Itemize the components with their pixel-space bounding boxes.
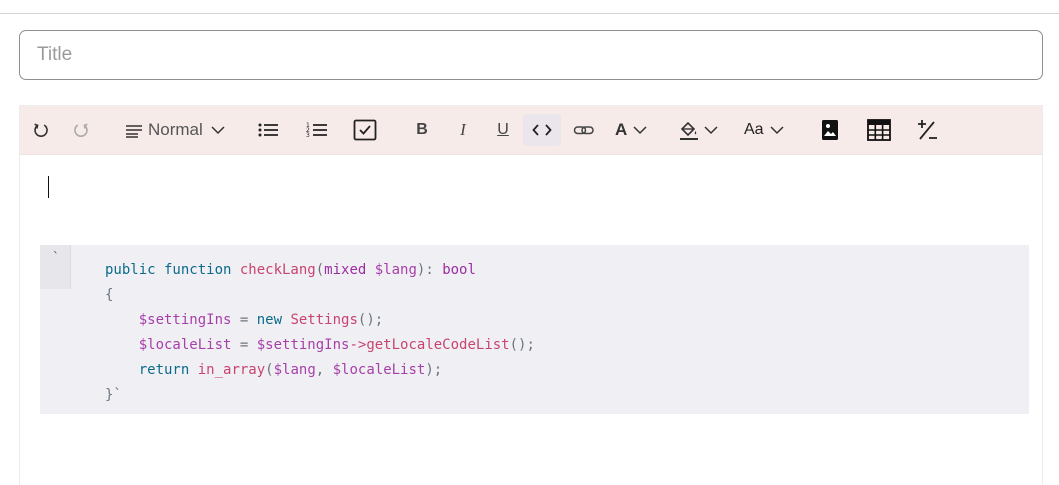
bullet-list-icon: [257, 121, 279, 139]
code-token: in_array: [197, 362, 266, 378]
bullet-list-button[interactable]: [256, 114, 280, 146]
redo-button[interactable]: [70, 114, 92, 146]
code-line: public function checkLang(mixed $lang): …: [105, 258, 535, 283]
code-token: $localeList: [138, 337, 232, 353]
undo-button[interactable]: [30, 114, 52, 146]
editor-toolbar: Normal 123 B I U A Aa: [20, 106, 1042, 155]
code-token: $lang: [374, 262, 417, 278]
link-button[interactable]: [572, 114, 596, 146]
chevron-down-icon: [704, 125, 718, 135]
code-block[interactable]: ` public function checkLang(mixed $lang)…: [40, 245, 1029, 414]
code-token: $settingIns: [256, 337, 350, 353]
code-gutter: `: [40, 245, 71, 289]
code-token: =: [231, 312, 257, 328]
image-icon: [821, 119, 839, 141]
code-gutter-mark: `: [52, 251, 60, 266]
insert-image-button[interactable]: [819, 114, 841, 146]
code-token: (: [315, 262, 325, 278]
numbered-list-button[interactable]: 123: [305, 114, 329, 146]
font-size-label: Aa: [744, 121, 764, 138]
paragraph-lines-icon: [124, 121, 144, 139]
code-token: {: [105, 287, 114, 303]
block-format-label: Normal: [148, 120, 203, 139]
clear-formatting-icon: [915, 119, 939, 141]
code-token: $settingIns: [138, 312, 232, 328]
underline-button[interactable]: U: [493, 114, 513, 146]
italic-button[interactable]: I: [453, 114, 473, 146]
background-color-dropdown[interactable]: [678, 114, 724, 146]
bold-button[interactable]: B: [412, 114, 432, 146]
block-format-dropdown[interactable]: Normal: [124, 114, 238, 146]
code-token: Settings: [290, 312, 358, 328]
code-token: }`: [105, 387, 122, 403]
code-line: }`: [105, 383, 535, 408]
code-token: ();: [509, 337, 535, 353]
code-token: ->: [349, 337, 367, 353]
table-icon: [867, 119, 891, 141]
redo-icon: [72, 121, 90, 139]
code-token: $localeList: [332, 362, 426, 378]
code-token: getLocaleCodeList: [366, 337, 510, 353]
check-list-button[interactable]: [352, 114, 378, 146]
checkbox-list-icon: [353, 119, 377, 141]
link-icon: [573, 123, 595, 137]
code-line: $localeList = $settingIns->getLocaleCode…: [105, 333, 535, 358]
code-token: return: [138, 362, 198, 378]
code-token: public function: [105, 262, 240, 278]
code-token: ,: [315, 362, 333, 378]
code-token: );: [425, 362, 443, 378]
insert-table-button[interactable]: [866, 114, 892, 146]
code-token: =: [231, 337, 257, 353]
code-content[interactable]: public function checkLang(mixed $lang): …: [105, 258, 535, 408]
code-token: ();: [357, 312, 384, 328]
code-line: $settingIns = new Settings();: [105, 308, 535, 333]
font-color-dropdown[interactable]: A: [615, 114, 659, 146]
code-line: {: [105, 283, 535, 308]
chevron-down-icon: [770, 125, 784, 135]
code-button[interactable]: [523, 114, 561, 146]
code-token: (: [265, 362, 274, 378]
chevron-down-icon: [633, 125, 647, 135]
svg-text:3: 3: [306, 132, 310, 139]
text-caret: [48, 176, 49, 198]
code-token: ):: [416, 262, 443, 278]
code-token: bool: [442, 262, 476, 278]
undo-icon: [32, 121, 50, 139]
clear-formatting-button[interactable]: [914, 114, 940, 146]
top-divider: [0, 13, 1059, 14]
code-token: $lang: [273, 362, 316, 378]
code-line: return in_array($lang, $localeList);: [105, 358, 535, 383]
paint-bucket-icon: [678, 119, 700, 141]
code-token: checkLang: [239, 262, 316, 278]
chevron-down-icon: [211, 125, 225, 135]
title-input[interactable]: [19, 30, 1043, 80]
code-token: new: [256, 312, 291, 328]
numbered-list-icon: 123: [306, 121, 328, 139]
code-token: mixed: [324, 262, 375, 278]
font-size-dropdown[interactable]: Aa: [744, 114, 790, 146]
code-icon: [532, 123, 552, 137]
rich-text-editor: Normal 123 B I U A Aa ` public function …: [19, 105, 1043, 485]
font-color-label: A: [615, 120, 628, 139]
